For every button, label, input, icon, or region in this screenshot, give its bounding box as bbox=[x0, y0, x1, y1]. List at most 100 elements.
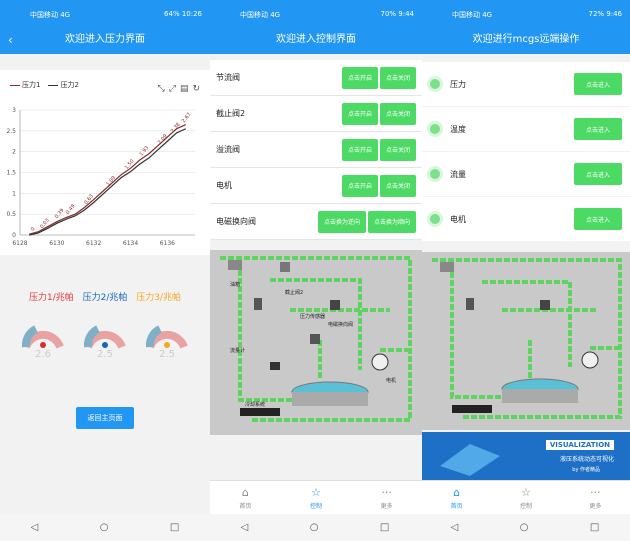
row-label: 节流阀 bbox=[216, 73, 240, 82]
home-icon: ⌂ bbox=[241, 485, 249, 499]
row-label: 溢流阀 bbox=[216, 145, 240, 154]
row-label: 电磁换向阀 bbox=[216, 217, 256, 226]
nav-recent-icon[interactable]: □ bbox=[590, 522, 599, 533]
tab-more[interactable]: ··· 更多 bbox=[589, 486, 601, 510]
gauge-value: 2.5 bbox=[97, 349, 113, 360]
hydraulic-process-diagram: 油箱 截止阀2 电磁换向阀 压力传感器 流量计 电机 冷却系统 bbox=[210, 250, 422, 435]
title-bar: ‹ 欢迎进入压力界面 bbox=[0, 30, 210, 54]
banner-title: VISUALIZATION bbox=[545, 440, 614, 450]
status-carrier: 中国移动 4G bbox=[240, 11, 281, 19]
sensor-list: 压力 点击进入 温度 点击进入 流量 点击进入 电机 点击进入 bbox=[422, 62, 630, 242]
label-pressure-sensor: 压力传感器 bbox=[300, 313, 325, 320]
tab-control[interactable]: ☆ 控制 bbox=[310, 486, 322, 510]
x-tick-label: 6132 bbox=[86, 240, 101, 247]
row-label: 温度 bbox=[450, 124, 466, 134]
reverse-button[interactable]: 点击换为逆向 bbox=[317, 210, 366, 233]
nav-back-icon[interactable]: ◁ bbox=[31, 522, 39, 533]
control-screen: 中国移动 4G 70% 9:44 欢迎进入控制界面 节流阀 点击开启 点击关闭 截… bbox=[210, 0, 422, 514]
screenshot-root: 中国移动 4G 64% 10:26 ‹ 欢迎进入压力界面 压力1 压力2 ⤡ ⤢… bbox=[0, 0, 630, 541]
data-label: 0 bbox=[30, 226, 37, 232]
enter-button[interactable]: 点击进入 bbox=[574, 208, 622, 230]
y-tick-label: 2.5 bbox=[6, 128, 16, 135]
open-button[interactable]: 点击开启 bbox=[341, 138, 378, 161]
x-tick-label: 6134 bbox=[123, 240, 138, 247]
nav-recent-icon[interactable]: □ bbox=[170, 522, 179, 533]
control-row-relief-valve: 溢流阀 点击开启 点击关闭 bbox=[210, 132, 422, 168]
close-button[interactable]: 点击关闭 bbox=[379, 174, 416, 197]
tab-home[interactable]: ⌂ 首页 bbox=[239, 486, 251, 510]
data-label: 1.09 bbox=[105, 175, 117, 187]
nav-recent-icon[interactable]: □ bbox=[380, 522, 389, 533]
close-button[interactable]: 点击关闭 bbox=[379, 102, 416, 125]
tab-label: 控制 bbox=[309, 502, 322, 510]
sensor-row-flow: 流量 点击进入 bbox=[422, 152, 630, 196]
status-carrier: 中国移动 4G bbox=[30, 11, 71, 19]
status-bar: 中国移动 4G 64% 10:26 bbox=[0, 0, 210, 30]
label-flowmeter: 流量计 bbox=[230, 347, 245, 354]
tab-label: 更多 bbox=[589, 502, 602, 510]
nav-home-icon[interactable]: ○ bbox=[520, 522, 529, 533]
nav-home-icon[interactable]: ○ bbox=[310, 522, 319, 533]
status-dot-icon bbox=[430, 169, 440, 179]
gauge-legend: 压力1/兆帕 压力2/兆帕 压力3/兆帕 bbox=[0, 290, 210, 303]
x-tick-label: 6136 bbox=[160, 240, 175, 247]
title-bar: 欢迎进行mcgs远端操作 bbox=[422, 30, 630, 54]
back-arrow-icon[interactable]: ‹ bbox=[8, 30, 13, 50]
sensor-row-motor: 电机 点击进入 bbox=[422, 197, 630, 241]
forward-button[interactable]: 点击换为顺向 bbox=[367, 210, 416, 233]
pressure-chart-card: 压力1 压力2 ⤡ ⤢ ▤ ↻ 0 0.5 1 1.5 2 2.5 3 6128 6130 613… bbox=[0, 70, 210, 255]
nav-home-icon[interactable]: ○ bbox=[100, 522, 109, 533]
nav-back-icon[interactable]: ◁ bbox=[241, 522, 249, 533]
back-to-home-button[interactable]: 返回主页面 bbox=[76, 407, 134, 429]
status-battery-time: 64% 10:26 bbox=[164, 10, 202, 18]
row-label: 压力 bbox=[450, 79, 466, 89]
nav-back-icon[interactable]: ◁ bbox=[451, 522, 459, 533]
status-dot-icon bbox=[430, 214, 440, 224]
system-nav-bar: ◁ ○ □ ◁ ○ □ ◁ ○ □ bbox=[0, 514, 630, 541]
label-cooling-system: 冷却系统 bbox=[245, 401, 265, 408]
open-button[interactable]: 点击开启 bbox=[341, 102, 378, 125]
status-bar: 中国移动 4G 70% 9:44 bbox=[210, 0, 422, 30]
gauge-pressure3: 2.5 bbox=[145, 325, 188, 360]
gauge-row: 2.6 2.5 2.5 bbox=[20, 315, 190, 361]
y-tick-label: 2 bbox=[12, 149, 16, 156]
enter-button[interactable]: 点击进入 bbox=[574, 163, 622, 185]
x-tick-label: 6130 bbox=[49, 240, 64, 247]
enter-button[interactable]: 点击进入 bbox=[574, 73, 622, 95]
control-row-solenoid-valve: 电磁换向阀 点击换为逆向 点击换为顺向 bbox=[210, 204, 422, 240]
enter-button[interactable]: 点击进入 bbox=[574, 118, 622, 140]
gauge-legend-pressure3: 压力3/兆帕 bbox=[136, 293, 182, 303]
mcgs-remote-screen: 中国移动 4G 72% 9:46 欢迎进行mcgs远端操作 压力 点击进入 温度… bbox=[422, 0, 630, 514]
pressure-line-chart: 00.511.522.536128 6130 6132 6134 61360 0.030.… bbox=[6, 107, 195, 247]
close-button[interactable]: 点击关闭 bbox=[379, 138, 416, 161]
title-bar: 欢迎进入控制界面 bbox=[210, 30, 422, 54]
open-button[interactable]: 点击开启 bbox=[341, 174, 378, 197]
x-tick-label: 6128 bbox=[12, 240, 27, 247]
status-bar: 中国移动 4G 72% 9:46 bbox=[422, 0, 630, 30]
bottom-tab-bar: ⌂ 首页 ☆ 控制 ··· 更多 bbox=[422, 480, 630, 514]
home-icon: ⌂ bbox=[453, 485, 461, 499]
tab-label: 更多 bbox=[380, 502, 393, 510]
gauge-pressure1: 2.6 bbox=[21, 325, 64, 360]
gauge-value: 2.6 bbox=[35, 349, 51, 360]
row-label: 流量 bbox=[450, 169, 466, 179]
y-tick-label: 0 bbox=[12, 232, 16, 239]
control-list: 节流阀 点击开启 点击关闭 截止阀2 点击开启 点击关闭 溢流阀 点击开启 点击关闭 … bbox=[210, 60, 422, 240]
hydraulic-process-diagram bbox=[422, 252, 630, 430]
control-row-stop-valve: 截止阀2 点击开启 点击关闭 bbox=[210, 96, 422, 132]
label-stop-valve: 截止阀2 bbox=[285, 289, 303, 296]
label-motor: 电机 bbox=[386, 377, 396, 384]
visualization-banner[interactable]: VISUALIZATION 液压系统动态可视化 by 作者精品 bbox=[422, 432, 630, 480]
status-battery-time: 72% 9:46 bbox=[588, 10, 622, 18]
tab-more[interactable]: ··· 更多 bbox=[381, 486, 393, 510]
open-button[interactable]: 点击开启 bbox=[341, 66, 378, 89]
status-carrier: 中国移动 4G bbox=[452, 11, 493, 19]
monitor-illustration-icon bbox=[440, 444, 500, 476]
pressure-screen: 中国移动 4G 64% 10:26 ‹ 欢迎进入压力界面 压力1 压力2 ⤡ ⤢… bbox=[0, 0, 210, 514]
tab-control[interactable]: ☆ 控制 bbox=[520, 486, 532, 510]
tab-label: 控制 bbox=[519, 502, 532, 510]
star-icon: ☆ bbox=[521, 485, 531, 499]
close-button[interactable]: 点击关闭 bbox=[379, 66, 416, 89]
tab-home[interactable]: ⌂ 首页 bbox=[451, 486, 463, 510]
sensor-row-pressure: 压力 点击进入 bbox=[422, 62, 630, 106]
